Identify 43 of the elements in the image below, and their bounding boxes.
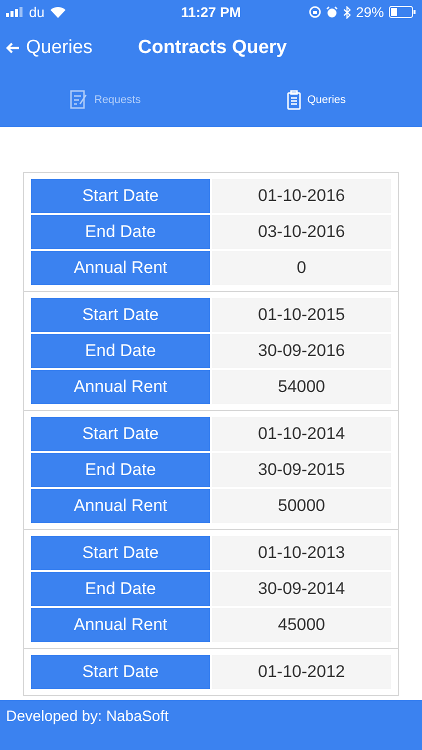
clipboard-icon (287, 90, 302, 110)
field-label: Start Date (31, 655, 210, 689)
field-label: Annual Rent (31, 489, 210, 523)
field-value: 45000 (212, 608, 391, 642)
signal-icon (6, 7, 24, 17)
alarm-icon (326, 6, 338, 18)
footer-bar: Developed by: NabaSoft (0, 700, 422, 750)
bluetooth-icon (342, 6, 351, 18)
battery-percent: 29% (356, 4, 384, 20)
back-button[interactable]: Queries (6, 37, 138, 59)
field-label: End Date (31, 334, 210, 368)
back-arrow-icon (6, 42, 20, 54)
tab[interactable]: Queries (211, 90, 422, 110)
tab[interactable]: Requests (0, 90, 211, 110)
form-icon (70, 90, 88, 110)
wifi-icon (50, 6, 66, 18)
field-value: 01-10-2014 (212, 417, 391, 451)
field-label: Start Date (31, 298, 210, 332)
status-time: 11:27 PM (181, 4, 241, 20)
field-label: Annual Rent (31, 370, 210, 404)
field-value: 30-09-2014 (212, 572, 391, 606)
carrier-name: du (29, 4, 45, 20)
field-value: 30-09-2016 (212, 334, 391, 368)
field-value: 0 (212, 251, 391, 285)
field-label: Start Date (31, 179, 210, 213)
field-value: 50000 (212, 489, 391, 523)
field-label: Start Date (31, 417, 210, 451)
field-value: 03-10-2016 (212, 215, 391, 249)
battery-icon (389, 6, 416, 18)
field-value: 01-10-2012 (212, 655, 391, 689)
field-label: End Date (31, 453, 210, 487)
field-label: Annual Rent (31, 251, 210, 285)
field-value: 01-10-2013 (212, 536, 391, 570)
lock-rotation-icon (308, 6, 321, 18)
field-value: 01-10-2015 (212, 298, 391, 332)
field-label: End Date (31, 215, 210, 249)
field-value: 54000 (212, 370, 391, 404)
field-label: End Date (31, 572, 210, 606)
field-value: 01-10-2016 (212, 179, 391, 213)
field-label: Start Date (31, 536, 210, 570)
field-value: 30-09-2015 (212, 453, 391, 487)
page-title: Contracts Query (138, 37, 287, 59)
field-label: Annual Rent (31, 608, 210, 642)
